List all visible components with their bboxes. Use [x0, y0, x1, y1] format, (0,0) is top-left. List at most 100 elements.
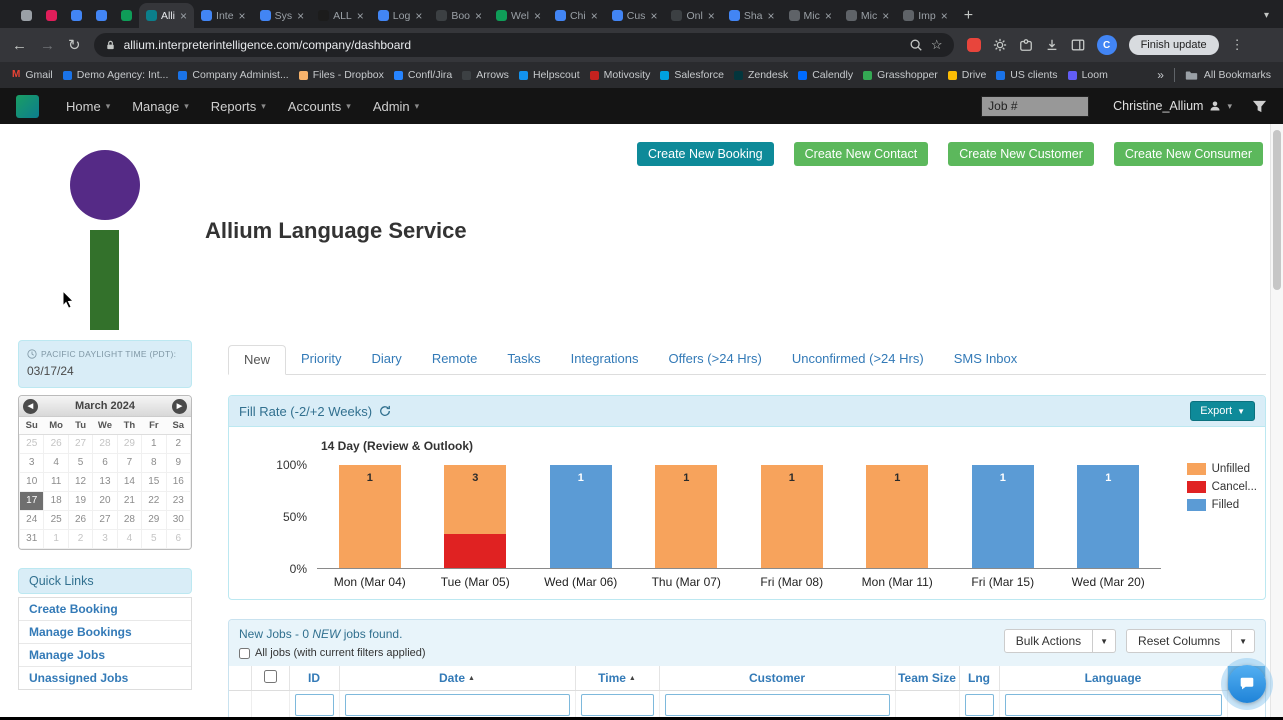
calendar-day[interactable]: 12: [67, 471, 94, 492]
browser-menu-icon[interactable]: ⋮: [1231, 37, 1244, 53]
create-new-booking-button[interactable]: Create New Booking: [636, 142, 774, 166]
bookmark-item[interactable]: Drive: [947, 69, 986, 81]
filter-input-id[interactable]: [294, 694, 334, 717]
bookmark-item[interactable]: M Gmail: [12, 69, 53, 81]
browser-tab[interactable]: Alli ×: [139, 3, 195, 28]
stacked-bar[interactable]: 3: [444, 465, 507, 568]
select-all-checkbox[interactable]: [263, 669, 277, 683]
bulk-actions-caret-icon[interactable]: ▼: [1093, 629, 1117, 653]
calendar-day[interactable]: 1: [141, 433, 167, 454]
bookmark-item[interactable]: Demo Agency: Int...: [62, 69, 168, 81]
nav-item-home[interactable]: Home ▾: [55, 99, 121, 114]
calendar-day[interactable]: 28: [116, 509, 143, 530]
app-logo[interactable]: [16, 94, 39, 118]
browser-tab[interactable]: Chi ×: [548, 3, 605, 28]
filter-input-date[interactable]: [344, 694, 570, 717]
browser-tab[interactable]: ALL ×: [311, 3, 371, 28]
calendar-day[interactable]: 27: [92, 509, 118, 530]
calendar-day[interactable]: 8: [141, 452, 167, 473]
calendar-day[interactable]: 31: [19, 528, 45, 549]
bookmark-item[interactable]: Arrows: [462, 69, 509, 81]
quick-link-manage-jobs[interactable]: Manage Jobs: [19, 644, 191, 667]
calendar-day[interactable]: 3: [92, 528, 118, 549]
filter-input-language[interactable]: [1004, 694, 1222, 717]
bookmark-item[interactable]: Grasshopper: [863, 69, 938, 81]
browser-tab[interactable]: [14, 3, 39, 28]
browser-tab[interactable]: Sha ×: [722, 3, 782, 28]
new-tab-button[interactable]: +: [964, 7, 973, 25]
tab-close-icon[interactable]: ×: [357, 9, 364, 23]
tab-close-icon[interactable]: ×: [708, 9, 715, 23]
browser-tab[interactable]: Boo ×: [429, 3, 489, 28]
bookmark-item[interactable]: Company Administ...: [178, 69, 289, 81]
nav-item-accounts[interactable]: Accounts ▾: [277, 99, 362, 114]
all-bookmarks-button[interactable]: All Bookmarks: [1185, 69, 1271, 82]
stacked-bar[interactable]: 1: [866, 465, 929, 568]
address-bar[interactable]: allium.interpreterintelligence.com/compa…: [93, 33, 954, 57]
gear-extension-icon[interactable]: [993, 38, 1007, 52]
filter-input-lng[interactable]: [964, 694, 994, 717]
tab-close-icon[interactable]: ×: [882, 9, 889, 23]
profile-avatar[interactable]: C: [1096, 35, 1117, 55]
browser-tab[interactable]: Inte ×: [194, 3, 253, 28]
lens-search-icon[interactable]: [909, 38, 923, 52]
calendar-day[interactable]: 20: [92, 490, 118, 511]
tab-search-chevron-icon[interactable]: ▾: [1258, 10, 1275, 21]
bookmark-star-icon[interactable]: ☆: [931, 37, 943, 53]
tab-close-icon[interactable]: ×: [941, 9, 948, 23]
calendar-day[interactable]: 6: [92, 452, 118, 473]
browser-tab[interactable]: Onl ×: [664, 3, 721, 28]
global-filter-button[interactable]: [1252, 99, 1267, 114]
bookmark-item[interactable]: Calendly: [798, 69, 853, 81]
calendar-day[interactable]: 19: [67, 490, 94, 511]
stacked-bar[interactable]: 1: [760, 465, 823, 568]
create-new-contact-button[interactable]: Create New Contact: [793, 142, 929, 166]
refresh-icon[interactable]: [379, 405, 391, 417]
stacked-bar[interactable]: 1: [549, 465, 612, 568]
tab-close-icon[interactable]: ×: [475, 9, 482, 23]
browser-tab[interactable]: Imp ×: [896, 3, 955, 28]
calendar-day[interactable]: 5: [141, 528, 167, 549]
create-new-consumer-button[interactable]: Create New Consumer: [1113, 142, 1263, 166]
calendar-day[interactable]: 3: [19, 452, 45, 473]
tab-new[interactable]: New: [228, 345, 287, 375]
chat-bubble-icon[interactable]: [1228, 665, 1266, 703]
reload-icon[interactable]: ↻: [68, 38, 81, 53]
column-header-lng[interactable]: Lng: [959, 666, 1000, 691]
calendar-day[interactable]: 24: [19, 509, 45, 530]
browser-tab[interactable]: [39, 3, 64, 28]
scrollbar-thumb[interactable]: [1273, 130, 1281, 290]
filter-input-time[interactable]: [580, 694, 654, 717]
tab-offers-24-hrs-[interactable]: Offers (>24 Hrs): [654, 345, 777, 375]
tab-integrations[interactable]: Integrations: [556, 345, 654, 375]
tab-sms-inbox[interactable]: SMS Inbox: [939, 345, 1033, 375]
calendar-day[interactable]: 16: [165, 471, 191, 492]
column-header-language[interactable]: Language: [999, 666, 1228, 691]
calendar-day[interactable]: 29: [116, 433, 143, 454]
bookmark-item[interactable]: Files - Dropbox: [298, 69, 384, 81]
back-icon[interactable]: ←: [12, 38, 27, 53]
browser-tab[interactable]: Mic ×: [839, 3, 896, 28]
chat-launcher[interactable]: [1221, 658, 1273, 710]
bookmark-item[interactable]: Motivosity: [589, 69, 650, 81]
calendar-day[interactable]: 5: [67, 452, 94, 473]
calendar-day[interactable]: 4: [43, 452, 69, 473]
calendar-day[interactable]: 21: [116, 490, 143, 511]
bookmark-item[interactable]: Loom: [1067, 69, 1108, 81]
all-jobs-checkbox[interactable]: [239, 647, 250, 659]
calendar-day[interactable]: 25: [43, 509, 69, 530]
bookmark-item[interactable]: Helpscout: [518, 69, 580, 81]
calendar-day[interactable]: 29: [141, 509, 167, 530]
calendar-day[interactable]: 1: [43, 528, 69, 549]
nav-item-manage[interactable]: Manage ▾: [121, 99, 200, 114]
calendar-day[interactable]: 30: [165, 509, 191, 530]
forward-icon[interactable]: →: [40, 38, 55, 53]
extension-icon[interactable]: [966, 38, 981, 52]
tab-close-icon[interactable]: ×: [534, 9, 541, 23]
browser-tab[interactable]: Log ×: [371, 3, 430, 28]
column-header-date[interactable]: Date ▲: [339, 666, 576, 691]
calendar-day[interactable]: 23: [165, 490, 191, 511]
calendar-day[interactable]: 26: [67, 509, 94, 530]
quick-link-create-booking[interactable]: Create Booking: [19, 598, 191, 621]
tab-remote[interactable]: Remote: [417, 345, 493, 375]
